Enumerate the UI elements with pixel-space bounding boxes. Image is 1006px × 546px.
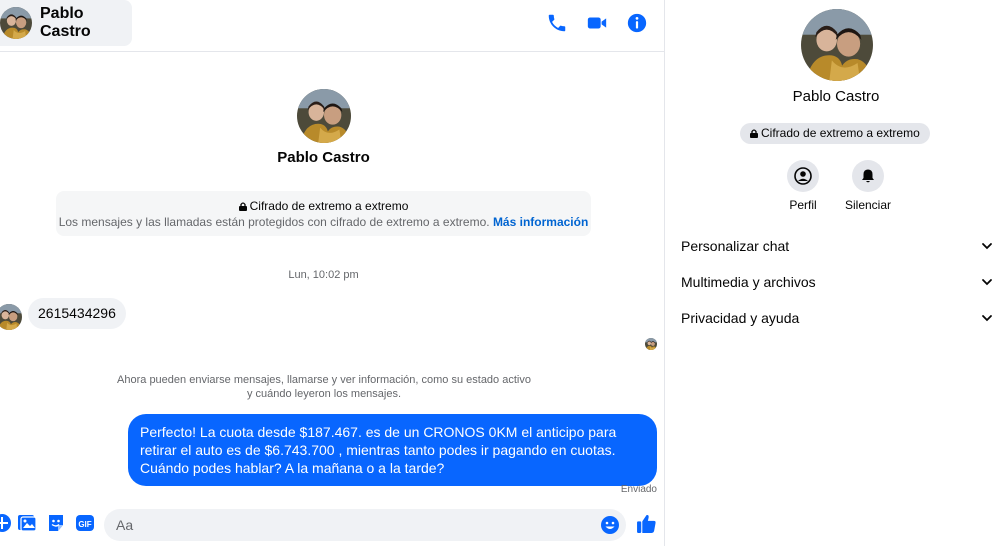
info-icon[interactable]: [626, 12, 648, 34]
section-customize-chat[interactable]: Personalizar chat: [681, 233, 993, 259]
message-timestamp: Lun, 10:02 pm: [288, 269, 359, 281]
chat-pane: Pablo Castro Pablo Castro Cifrado de ext…: [0, 0, 665, 546]
info-avatar: [801, 9, 873, 81]
chevron-down-icon: [982, 315, 992, 322]
info-contact-name: Pablo Castro: [792, 88, 880, 105]
section-label: Personalizar chat: [681, 238, 790, 254]
chevron-down-icon: [982, 279, 992, 286]
intro-contact-name: Pablo Castro: [277, 149, 370, 166]
contact-name: Pablo Castro: [40, 5, 91, 40]
encryption-description: Los mensajes y las llamadas están proteg…: [58, 215, 490, 229]
sent-status: Enviado: [620, 484, 657, 495]
sender-avatar: [0, 304, 22, 330]
video-camera-icon[interactable]: [586, 12, 608, 34]
lock-icon: [238, 202, 247, 211]
active-note-line2: y cuándo leyeron los mensajes.: [246, 388, 402, 400]
encryption-notice: Cifrado de extremo a extremo Los mensaje…: [56, 191, 591, 236]
section-label: Multimedia y archivos: [681, 274, 816, 290]
active-status-note: Ahora pueden enviarse mensajes, llamarse…: [114, 373, 534, 401]
lock-icon: [750, 129, 758, 138]
chat-header: Pablo Castro: [0, 0, 665, 52]
encryption-badge-label: Cifrado de extremo a extremo: [761, 126, 920, 140]
phone-icon[interactable]: [546, 12, 568, 34]
seen-indicator-avatar: [645, 338, 657, 350]
message-input[interactable]: [104, 509, 626, 541]
profile-label: Perfil: [789, 198, 817, 212]
outgoing-message[interactable]: Perfecto! La cuota desde $187.467. es de…: [128, 414, 657, 486]
messenger-app: Pablo Castro Pablo Castro Cifrado de ext…: [0, 0, 1006, 546]
mute-label: Silenciar: [844, 198, 892, 212]
svg-text:GIF: GIF: [78, 520, 91, 529]
section-label: Privacidad y ayuda: [681, 310, 800, 326]
plus-circle-icon[interactable]: [0, 513, 12, 533]
section-privacy-help[interactable]: Privacidad y ayuda: [681, 305, 993, 331]
profile-icon: [794, 167, 812, 185]
message-composer: GIF: [0, 503, 665, 546]
bell-icon: [862, 169, 874, 183]
contact-avatar: [0, 7, 32, 39]
gallery-icon[interactable]: [17, 513, 37, 533]
active-note-line1: Ahora pueden enviarse mensajes, llamarse…: [117, 374, 531, 386]
profile-button[interactable]: Perfil: [771, 160, 835, 212]
conversation-info-panel: Pablo Castro Cifrado de extremo a extrem…: [666, 0, 1006, 546]
contact-header-button[interactable]: Pablo Castro: [0, 0, 132, 46]
sticker-icon[interactable]: [46, 513, 66, 533]
chevron-down-icon: [982, 243, 992, 250]
more-info-link[interactable]: Más información: [493, 215, 588, 229]
intro-avatar: [297, 89, 351, 143]
mute-button[interactable]: Silenciar: [836, 160, 900, 212]
gif-icon[interactable]: GIF: [75, 513, 95, 533]
encryption-title: Cifrado de extremo a extremo: [249, 199, 409, 213]
incoming-message[interactable]: 2615434296: [28, 298, 126, 329]
thumbs-up-icon[interactable]: [636, 513, 657, 534]
emoji-icon[interactable]: [600, 515, 620, 535]
section-media-files[interactable]: Multimedia y archivos: [681, 269, 993, 295]
encryption-badge: Cifrado de extremo a extremo: [740, 123, 930, 144]
